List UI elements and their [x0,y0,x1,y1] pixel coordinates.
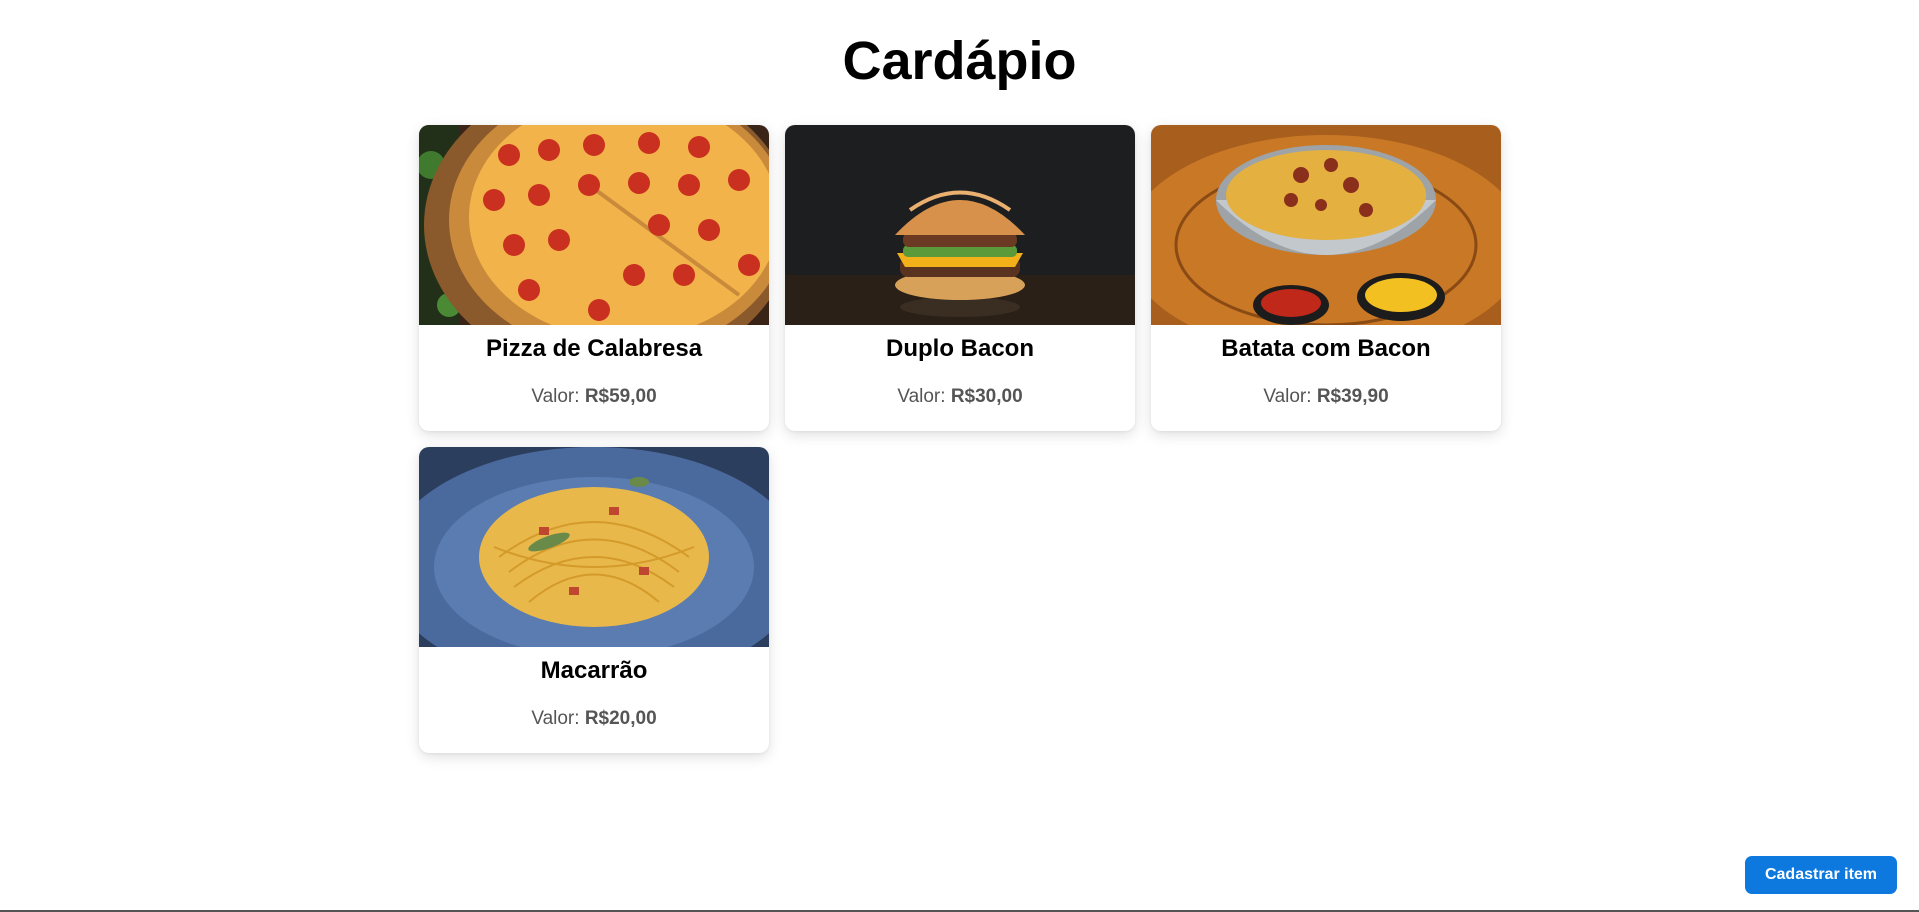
page-title: Cardápio [842,31,1077,91]
menu-card: Pizza de Calabresa Valor: R$59,00 [419,125,769,431]
menu-item-price: Valor: R$30,00 [785,385,1135,409]
menu-card: Duplo Bacon Valor: R$30,00 [785,125,1135,431]
menu-item-price: Valor: R$20,00 [419,707,769,731]
menu-page: Cardápio Pizza de Calabresa Valor: R$59,… [0,0,1919,912]
price-label: Valor: [1263,386,1312,407]
burger-image [785,125,1135,325]
menu-item-name: Macarrão [540,657,648,684]
price-value: R$20,00 [584,708,657,729]
menu-grid: Pizza de Calabresa Valor: R$59,00 Duplo … [419,125,1502,753]
menu-item-price: Valor: R$39,90 [1151,385,1501,409]
menu-card: Macarrão Valor: R$20,00 [419,447,769,753]
menu-item-name: Pizza de Calabresa [485,335,703,362]
fries-image [1151,125,1501,325]
menu-item-name: Batata com Bacon [1221,335,1431,362]
menu-item-price: Valor: R$59,00 [419,385,769,409]
price-label: Valor: [531,708,580,729]
price-label: Valor: [897,386,946,407]
price-value: R$59,00 [584,386,657,407]
pasta-image [419,447,769,647]
menu-item-name: Duplo Bacon [886,335,1034,362]
price-label: Valor: [531,386,580,407]
add-item-button[interactable]: Cadastrar item [1745,856,1897,894]
pizza-image [419,125,769,325]
price-value: R$39,90 [1316,386,1389,407]
price-value: R$30,00 [950,386,1023,407]
menu-card: Batata com Bacon Valor: R$39,90 [1151,125,1501,431]
